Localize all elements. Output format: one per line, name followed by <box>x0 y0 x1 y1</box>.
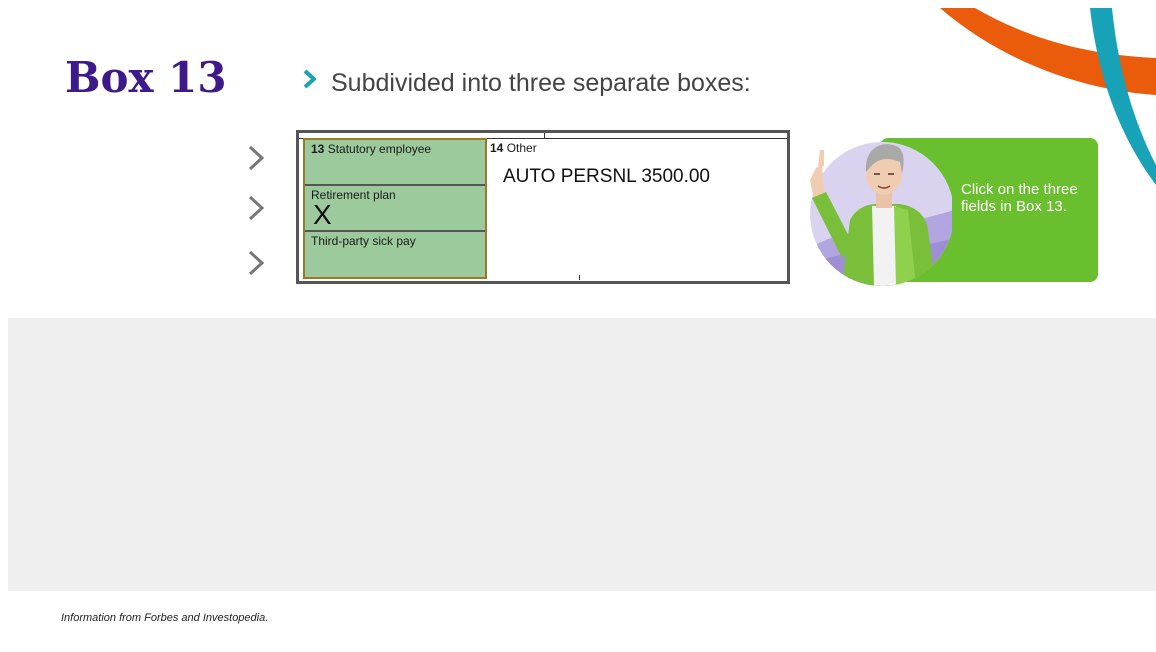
field-arrow-statutory[interactable] <box>245 143 267 173</box>
w2-form-excerpt: 13 Statutory employee Retirement plan X … <box>296 130 790 284</box>
source-footnote: Information from Forbes and Investopedia… <box>61 612 269 624</box>
box14-label: Other <box>506 141 537 155</box>
form-tick <box>544 133 545 138</box>
subtitle: Subdivided into three separate boxes: <box>331 69 751 97</box>
field-arrow-sick-pay[interactable] <box>245 248 267 278</box>
field-label: Statutory employee <box>327 142 432 156</box>
content-area <box>8 318 1156 591</box>
box14-value: AUTO PERSNL 3500.00 <box>503 166 710 187</box>
field-arrow-retirement[interactable] <box>245 193 267 223</box>
field-label: Third-party sick pay <box>311 234 416 248</box>
page-title: Box 13 <box>65 53 227 102</box>
chevron-right-icon <box>248 145 265 171</box>
box14-number: 14 <box>490 141 504 155</box>
presenter-avatar <box>810 142 952 286</box>
box13-retirement-plan[interactable]: Retirement plan X <box>305 186 485 232</box>
chevron-right-icon <box>248 195 265 221</box>
box13-number: 13 <box>311 142 325 156</box>
chevron-right-icon <box>302 69 318 89</box>
retirement-plan-check: X <box>313 199 332 230</box>
chevron-right-icon <box>248 250 265 276</box>
box13-statutory-employee[interactable]: 13 Statutory employee <box>305 140 485 186</box>
instruction-text: Click on the three fields in Box 13. <box>961 181 1078 215</box>
box-14-other: 14 Other AUTO PERSNL 3500.00 <box>487 139 784 278</box>
box-13-group: 13 Statutory employee Retirement plan X … <box>303 138 487 279</box>
box13-third-party-sick-pay[interactable]: Third-party sick pay <box>305 232 485 277</box>
